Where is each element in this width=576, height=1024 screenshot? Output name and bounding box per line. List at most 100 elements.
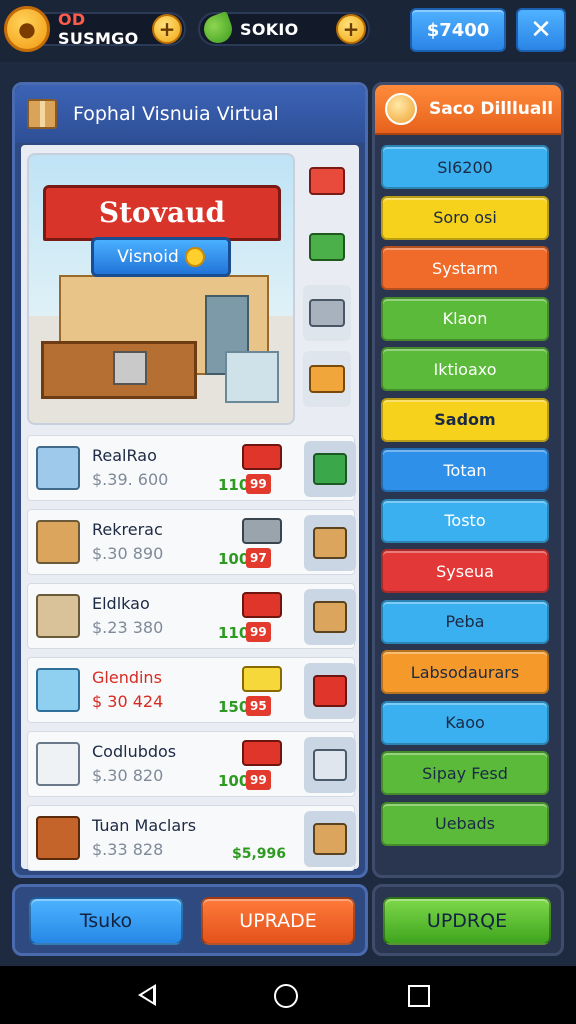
item-qty: 110 (218, 624, 250, 642)
category-button[interactable]: Uebads (381, 801, 549, 846)
item-price: $.39. 600 (92, 470, 169, 489)
jar-icon (36, 816, 80, 860)
produce-crate-icon (309, 233, 345, 261)
item-cost: $5,996 (232, 846, 287, 862)
list-item[interactable]: RealRao $.39. 600 110 99 (27, 435, 356, 501)
category-button[interactable]: Klaon (381, 296, 549, 341)
item-name: Rekrerac (92, 520, 163, 539)
shopping-bag-icon (36, 594, 80, 638)
item-name: Eldlkao (92, 594, 150, 613)
list-item[interactable]: Codlubdos $.30 820 100 99 (27, 731, 356, 797)
item-thumbnail[interactable] (304, 811, 356, 867)
gift-box-icon (313, 453, 347, 485)
leaf-icon (200, 11, 236, 47)
thumb-produce-crate[interactable] (303, 219, 351, 275)
top-hud: ● OD SUSMGO + SOKIO + $7400 ✕ (0, 0, 576, 62)
item-name: Codlubdos (92, 742, 177, 761)
shop-panel: Fophal Visnuia Virtual Stovaud Visnoid R… (12, 82, 368, 878)
category-button[interactable]: Totan (381, 448, 549, 492)
category-button[interactable]: Sadom (381, 397, 549, 442)
item-qty: 100 (218, 550, 250, 568)
item-price: $ 30 424 (92, 692, 164, 711)
add-leaves-button[interactable]: + (336, 14, 366, 44)
produce-tray-icon (242, 518, 282, 544)
category-button[interactable]: Labsodaurars (381, 650, 549, 694)
category-button[interactable]: Soro osi (381, 195, 549, 240)
item-thumbnail[interactable] (304, 589, 356, 645)
item-price: $.33 828 (92, 840, 164, 859)
list-item[interactable]: Rekrerac $.30 890 100 97 (27, 509, 356, 575)
item-thumbnail[interactable] (304, 737, 356, 793)
tray-icon (309, 299, 345, 327)
category-button[interactable]: SI6200 (381, 145, 549, 189)
home-icon[interactable] (274, 984, 298, 1008)
category-button[interactable]: Peba (381, 599, 549, 644)
thumb-shelf[interactable] (303, 351, 351, 407)
item-qty: 150 (218, 698, 250, 716)
coin-resource-pill: ● OD SUSMGO + (4, 6, 186, 52)
category-button[interactable]: Systarm (381, 246, 549, 290)
close-icon: ✕ (530, 15, 552, 45)
item-name: Tuan Maclars (92, 816, 197, 835)
store-oven (113, 351, 147, 385)
category-button[interactable]: Syseua (381, 549, 549, 593)
item-cost: 95 (246, 696, 271, 716)
category-list: SI6200 Soro osi Systarm Klaon Iktioaxo Sadom T… (381, 145, 549, 852)
container-icon (36, 742, 80, 786)
coin-bag-icon: ● (4, 6, 50, 52)
item-thumbnail[interactable] (304, 663, 356, 719)
red-box-icon (313, 675, 347, 707)
category-panel-header: Saco Dillluall (375, 85, 561, 135)
action-bar-right: UPDRQE (372, 884, 564, 956)
category-panel: Saco Dillluall SI6200 Soro osi Systarm Klao… (372, 82, 564, 878)
category-button[interactable]: Sipay Fesd (381, 751, 549, 795)
category-button[interactable]: Tosto (381, 498, 549, 543)
thumb-basket[interactable] (303, 153, 351, 209)
item-price: $.30 820 (92, 766, 164, 785)
money-button[interactable]: $7400 (410, 8, 506, 52)
shelf-icon (309, 365, 345, 393)
store-awning-title: Stovaud (43, 185, 281, 241)
item-cost: 99 (246, 474, 271, 494)
category-button[interactable]: Kaoo (381, 700, 549, 745)
category-panel-title: Saco Dillluall (429, 99, 554, 119)
product-box-icon (242, 740, 282, 766)
shop-panel-header: Fophal Visnuia Virtual (15, 85, 365, 143)
item-list: RealRao $.39. 600 110 99 Rekrerac $.30 8… (27, 435, 356, 879)
back-icon[interactable] (138, 984, 156, 1006)
product-thumbnails (303, 153, 353, 425)
action-bar-left: Tsuko UPRADE (12, 884, 368, 956)
cup-icon (36, 668, 80, 712)
trade-button[interactable]: Tsuko (29, 897, 183, 945)
cardboard-box-icon (313, 823, 347, 855)
category-button[interactable]: Iktioaxo (381, 347, 549, 391)
store-fridge (225, 351, 279, 403)
store-illustration[interactable]: Stovaud Visnoid (27, 153, 295, 425)
leaf-resource-pill: SOKIO + (198, 11, 370, 47)
item-name: RealRao (92, 446, 157, 465)
close-button[interactable]: ✕ (516, 8, 566, 52)
item-cost: 99 (246, 770, 271, 790)
store-sign-text: Visnoid (117, 247, 179, 267)
list-item[interactable]: Tuan Maclars $.33 828 $5,996 (27, 805, 356, 871)
leaf-value: SOKIO (240, 19, 299, 39)
coin-icon (184, 247, 205, 267)
upgrade-secondary-button[interactable]: UPDRQE (383, 897, 551, 945)
item-thumbnail[interactable] (304, 515, 356, 571)
add-coins-button[interactable]: + (152, 14, 182, 44)
item-name: Glendins (92, 668, 162, 687)
item-price: $.23 380 (92, 618, 164, 637)
system-navigation-bar (0, 966, 576, 1024)
recent-apps-icon[interactable] (408, 985, 430, 1007)
appliance-icon (313, 749, 347, 781)
cardboard-box-icon (36, 520, 80, 564)
thumb-tray[interactable] (303, 285, 351, 341)
list-item[interactable]: Eldlkao $.23 380 110 99 (27, 583, 356, 649)
character-icon (385, 93, 417, 125)
upgrade-button[interactable]: UPRADE (201, 897, 355, 945)
item-thumbnail[interactable] (304, 441, 356, 497)
basket-icon (309, 167, 345, 195)
cardboard-box-icon (313, 601, 347, 633)
list-item[interactable]: Glendins $ 30 424 150 95 (27, 657, 356, 723)
cheese-icon (242, 666, 282, 692)
